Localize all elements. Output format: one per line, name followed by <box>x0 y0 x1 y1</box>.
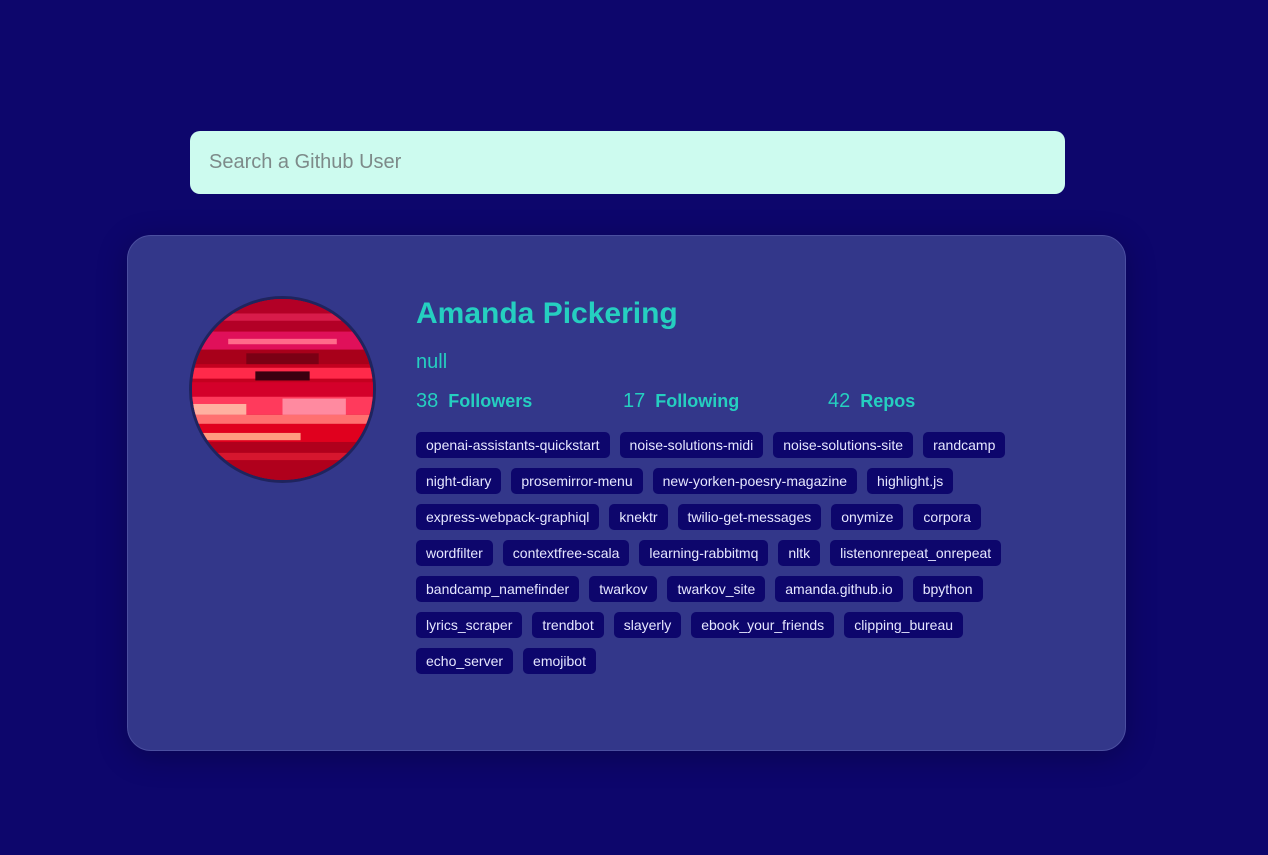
repo-tag[interactable]: knektr <box>609 504 668 530</box>
repo-tag[interactable]: trendbot <box>532 612 604 638</box>
repo-tag[interactable]: onymize <box>831 504 904 530</box>
followers-count: 38 <box>416 390 439 412</box>
repo-tag[interactable]: openai-assistants-quickstart <box>416 432 610 458</box>
repo-tag[interactable]: contextfree-scala <box>502 540 630 566</box>
followers-label: Followers <box>448 391 533 411</box>
repo-tag[interactable]: noise-solutions-site <box>773 432 914 458</box>
repo-tag[interactable]: learning-rabbitmq <box>639 540 769 566</box>
repo-tag[interactable]: twarkov_site <box>667 576 766 602</box>
repo-tag[interactable]: randcamp <box>923 432 1006 458</box>
repo-tag[interactable]: prosemirror-menu <box>511 468 643 494</box>
user-stats: 38 Followers 17 Following 42 Repos <box>416 390 1096 416</box>
avatar[interactable] <box>189 296 376 483</box>
search-bar <box>190 131 1065 194</box>
profile-card: Amanda Pickering null 38 Followers 17 Foll… <box>127 235 1126 751</box>
repo-tag[interactable]: night-diary <box>416 468 502 494</box>
repos-count: 42 <box>828 390 851 412</box>
repo-tag[interactable]: emojibot <box>523 648 596 674</box>
repo-tag[interactable]: clipping_bureau <box>844 612 964 638</box>
repo-tag[interactable]: twarkov <box>589 576 658 602</box>
following-stat: 17 Following <box>623 390 739 413</box>
following-count: 17 <box>623 390 646 412</box>
user-bio: null <box>416 351 448 373</box>
following-label: Following <box>655 391 740 411</box>
repo-list: openai-assistants-quickstart noise-soluti… <box>416 432 1016 674</box>
repos-label: Repos <box>860 391 916 411</box>
repo-tag[interactable]: echo_server <box>416 648 514 674</box>
repo-tag[interactable]: express-webpack-graphiql <box>416 504 600 530</box>
repo-tag[interactable]: bpython <box>912 576 983 602</box>
repo-tag[interactable]: lyrics_scraper <box>416 612 523 638</box>
repo-tag[interactable]: nltk <box>778 540 821 566</box>
avatar-image <box>192 299 373 480</box>
repo-tag[interactable]: slayerly <box>613 612 682 638</box>
repo-tag[interactable]: twilio-get-messages <box>677 504 822 530</box>
repo-tag[interactable]: new-yorken-poesry-magazine <box>652 468 858 494</box>
repo-tag[interactable]: highlight.js <box>867 468 954 494</box>
repo-tag[interactable]: bandcamp_namefinder <box>416 576 580 602</box>
repo-tag[interactable]: corpora <box>913 504 981 530</box>
repo-tag[interactable]: listenonrepeat_onrepeat <box>830 540 1002 566</box>
repo-tag[interactable]: amanda.github.io <box>775 576 903 602</box>
repos-stat: 42 Repos <box>828 390 915 413</box>
repo-tag[interactable]: wordfilter <box>416 540 493 566</box>
followers-stat: 38 Followers <box>416 390 532 413</box>
profile-info: Amanda Pickering null 38 Followers 17 Foll… <box>416 294 1096 674</box>
repo-tag[interactable]: ebook_your_friends <box>691 612 835 638</box>
search-input[interactable] <box>190 131 1065 194</box>
user-name: Amanda Pickering <box>416 297 678 330</box>
repo-tag[interactable]: noise-solutions-midi <box>619 432 764 458</box>
